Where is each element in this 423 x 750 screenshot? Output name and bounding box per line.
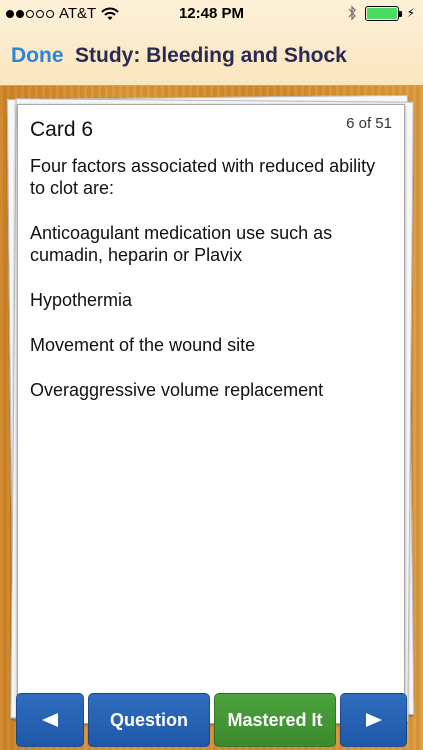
card-paragraph: Overaggressive volume replacement	[30, 380, 324, 400]
card-paragraph: Movement of the wound site	[30, 335, 256, 355]
status-right: ⚡	[347, 5, 415, 21]
battery-tip	[398, 10, 402, 17]
card-paragraph: Anticoagulant medication use such as cum…	[30, 223, 333, 265]
done-button[interactable]: Done	[11, 44, 64, 68]
arrow-right-icon	[365, 713, 382, 727]
arrow-left-icon	[42, 713, 58, 727]
navigation-bar: Done Study: Bleeding and Shock	[0, 30, 423, 82]
top-bar: AT&T 12:48 PM ⚡ Done Study: Bleeding and…	[0, 0, 423, 86]
status-bar: AT&T 12:48 PM ⚡	[0, 0, 423, 28]
card-paragraph: Four factors associated with reduced abi…	[30, 156, 376, 198]
page-title: Study: Bleeding and Shock	[75, 44, 347, 67]
battery-fill	[366, 7, 397, 19]
charging-bolt-icon: ⚡	[406, 6, 415, 20]
card-title: Card 6	[30, 118, 94, 141]
previous-card-button[interactable]	[16, 693, 84, 747]
mastered-it-button[interactable]: Mastered It	[214, 693, 336, 747]
card-paragraph: Hypothermia	[30, 290, 133, 310]
question-button[interactable]: Question	[88, 693, 210, 747]
next-card-button[interactable]	[340, 693, 407, 747]
card-answer-text: Four factors associated with reduced abi…	[30, 155, 390, 424]
flash-card[interactable]: Card 6 6 of 51 Four factors associated w…	[17, 104, 405, 724]
battery-icon	[364, 5, 402, 21]
card-counter: 6 of 51	[346, 115, 392, 132]
bluetooth-icon	[348, 5, 356, 21]
